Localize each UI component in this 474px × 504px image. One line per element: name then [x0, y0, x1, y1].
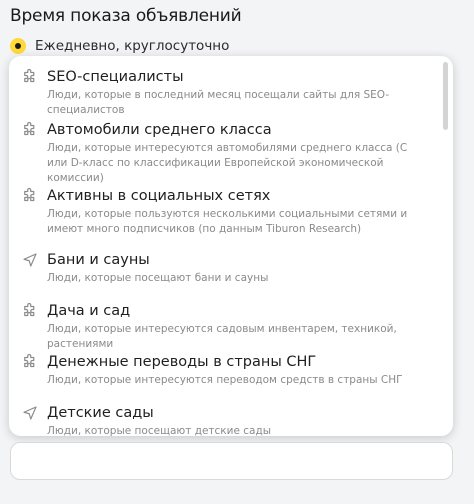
list-item[interactable]: Активны в социальных сетях Люди, которые…	[9, 187, 439, 237]
item-title: Детские сады	[47, 405, 154, 421]
schedule-option-label: Ежедневно, круглосуточно	[35, 38, 230, 54]
list-item[interactable]: Детские сады Люди, которые посещают детс…	[9, 404, 439, 436]
item-title: Дача и сад	[47, 303, 131, 319]
item-title: Автомобили среднего класса	[47, 122, 272, 138]
item-description: Люди, которые посещают бани и сауны	[47, 272, 269, 284]
puzzle-icon	[21, 68, 39, 86]
schedule-option-daily[interactable]: Ежедневно, круглосуточно	[10, 38, 229, 54]
item-title: Денежные переводы в страны СНГ	[47, 354, 317, 370]
item-description: Люди, которые посещают детские сады	[47, 425, 272, 436]
item-title: SEO-специалисты	[47, 69, 184, 85]
puzzle-icon	[21, 353, 39, 371]
puzzle-icon	[21, 187, 39, 205]
audience-dropdown[interactable]: SEO-специалисты Люди, которые в последни…	[9, 56, 453, 436]
location-arrow-icon	[21, 404, 39, 422]
list-item[interactable]: Автомобили среднего класса Люди, которые…	[9, 121, 439, 186]
radio-selected-icon[interactable]	[10, 38, 26, 54]
page-title: Время показа объявлений	[10, 6, 242, 26]
location-arrow-icon	[21, 251, 39, 269]
list-item[interactable]: Денежные переводы в страны СНГ Люди, кот…	[9, 353, 439, 388]
list-item[interactable]: Бани и сауны Люди, которые посещают бани…	[9, 251, 439, 286]
list-item[interactable]: Дача и сад Люди, которые интересуются са…	[9, 302, 439, 352]
item-description: Люди, которые интересуются садовым инвен…	[47, 323, 397, 350]
audience-search-input[interactable]	[10, 442, 453, 480]
item-description: Люди, которые интересуются автомобилями …	[47, 142, 408, 184]
puzzle-icon	[21, 121, 39, 139]
item-description: Люди, которые пользуются несколькими соц…	[47, 208, 408, 235]
item-title: Бани и сауны	[47, 252, 150, 268]
item-description: Люди, которые в последний месяц посещали…	[47, 89, 390, 116]
list-item[interactable]: SEO-специалисты Люди, которые в последни…	[9, 68, 439, 118]
scrollbar-thumb[interactable]	[443, 62, 448, 130]
puzzle-icon	[21, 302, 39, 320]
item-description: Люди, которые интересуются переводом сре…	[47, 374, 403, 386]
item-title: Активны в социальных сетях	[47, 188, 271, 204]
